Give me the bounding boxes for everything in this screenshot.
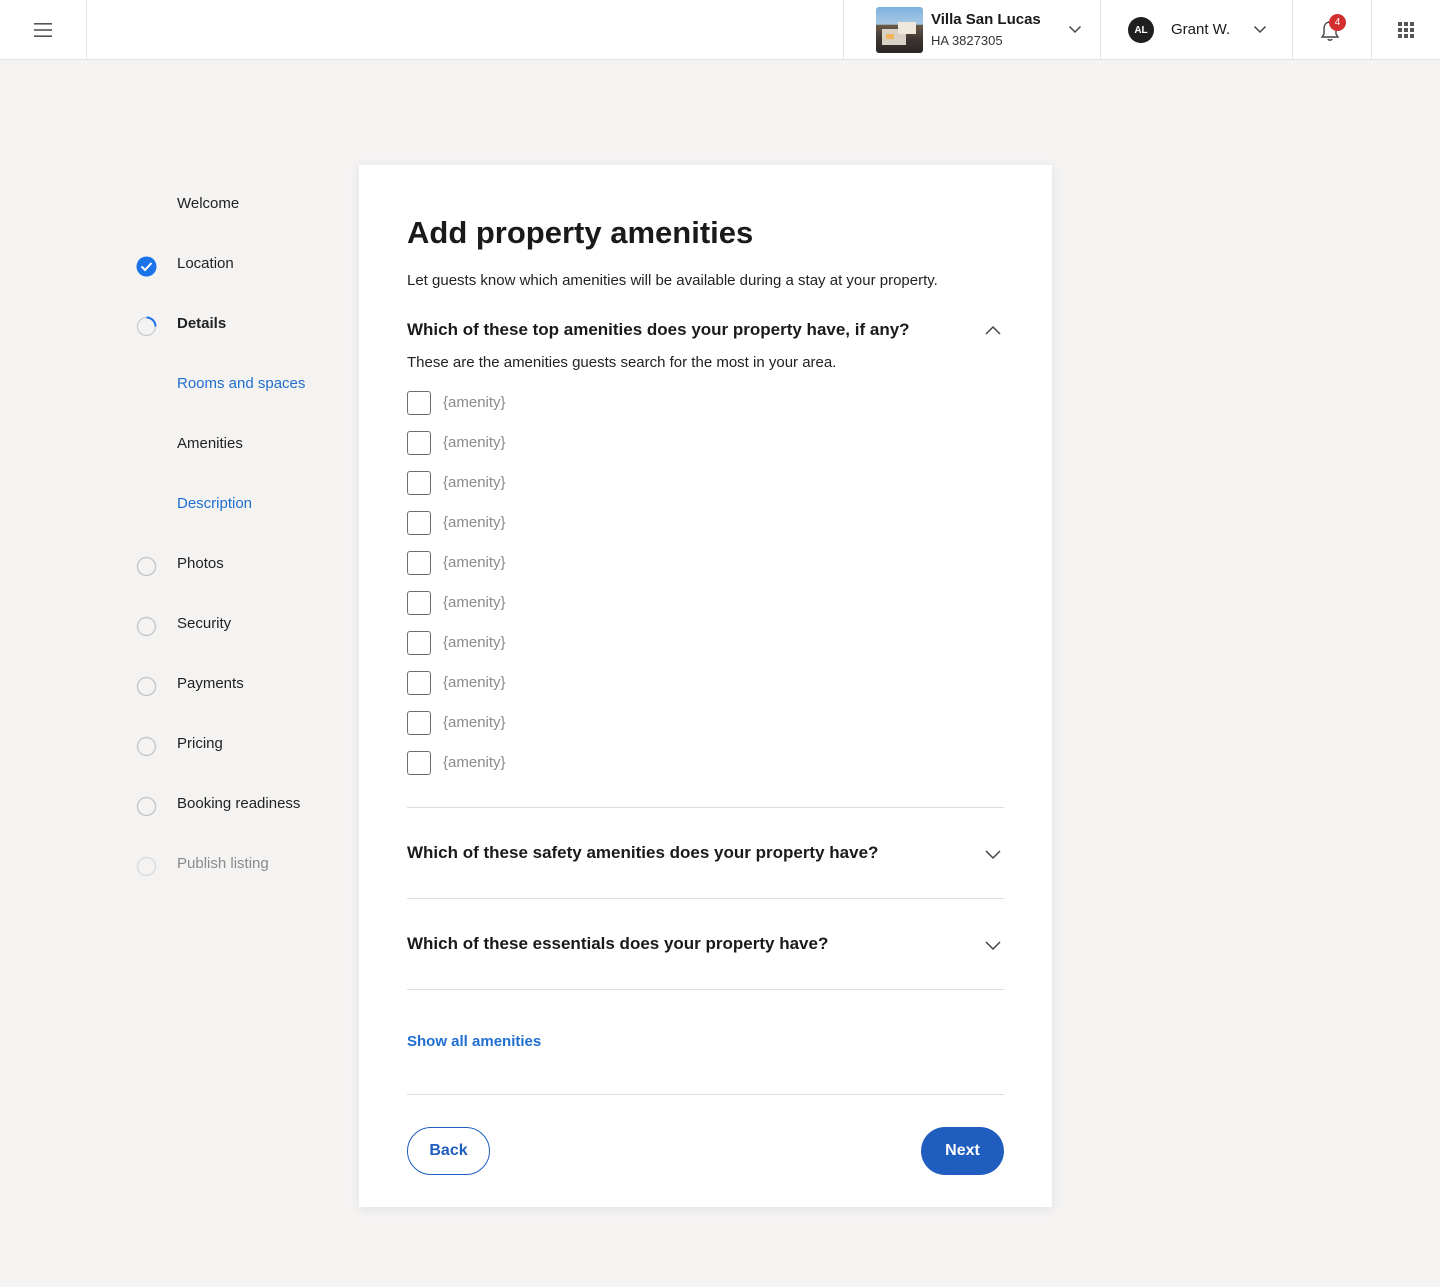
chevron-down-icon	[1068, 25, 1082, 34]
checkbox[interactable]	[407, 631, 431, 655]
amenity-label: {amenity}	[443, 434, 506, 451]
step-publish-listing: Publish listing	[0, 835, 340, 895]
step-booking-readiness[interactable]: Booking readiness	[0, 775, 340, 835]
check-circle-icon	[136, 256, 157, 277]
empty-circle-icon	[136, 616, 157, 637]
apps-grid-icon	[1398, 22, 1414, 38]
page-title: Add property amenities	[407, 215, 754, 250]
amenity-checkbox-row[interactable]: {amenity}	[407, 631, 707, 657]
user-name: Grant W.	[1171, 21, 1231, 38]
user-menu[interactable]: AL Grant W.	[1101, 0, 1293, 60]
avatar: AL	[1128, 17, 1154, 43]
checkbox[interactable]	[407, 431, 431, 455]
divider	[407, 989, 1004, 990]
step-label: Description	[177, 495, 253, 512]
checkbox[interactable]	[407, 751, 431, 775]
step-label: Payments	[177, 675, 244, 692]
amenity-label: {amenity}	[443, 634, 506, 651]
amenity-checkbox-row[interactable]: {amenity}	[407, 391, 707, 417]
amenity-checkbox-row[interactable]: {amenity}	[407, 471, 707, 497]
step-label: Rooms and spaces	[177, 375, 306, 392]
chevron-down-icon	[985, 850, 1001, 860]
amenity-checkbox-row[interactable]: {amenity}	[407, 511, 707, 537]
checkbox[interactable]	[407, 591, 431, 615]
section-question: Which of these top amenities does your p…	[407, 320, 910, 339]
empty-circle-icon	[136, 856, 157, 877]
chevron-down-icon	[985, 941, 1001, 951]
amenity-checkbox-row[interactable]: {amenity}	[407, 671, 707, 697]
amenity-checkbox-row[interactable]: {amenity}	[407, 751, 707, 777]
step-security[interactable]: Security	[0, 595, 340, 655]
next-button[interactable]: Next	[921, 1127, 1004, 1175]
step-details[interactable]: Details	[0, 295, 340, 355]
essentials-section-toggle[interactable]: Which of these essentials does your prop…	[407, 930, 1004, 960]
property-id: HA 3827305	[931, 33, 1003, 48]
step-pricing[interactable]: Pricing	[0, 715, 340, 775]
step-photos[interactable]: Photos	[0, 535, 340, 595]
property-switcher[interactable]: Villa San Lucas HA 3827305	[843, 0, 1101, 60]
step-label: Photos	[177, 555, 224, 572]
section-description: These are the amenities guests search fo…	[407, 354, 837, 371]
checkbox[interactable]	[407, 511, 431, 535]
section-question: Which of these safety amenities does you…	[407, 843, 879, 862]
amenity-label: {amenity}	[443, 754, 506, 771]
divider	[407, 807, 1004, 808]
step-welcome[interactable]: Welcome	[0, 175, 340, 235]
step-label: Booking readiness	[177, 795, 301, 812]
top-bar: Villa San Lucas HA 3827305 AL Grant W. 4	[0, 0, 1440, 60]
notifications-button[interactable]: 4	[1293, 0, 1372, 60]
in-progress-circle-icon	[136, 316, 157, 337]
amenity-checkbox-row[interactable]: {amenity}	[407, 711, 707, 737]
step-label: Location	[177, 255, 234, 272]
empty-circle-icon	[136, 676, 157, 697]
hamburger-menu-button[interactable]	[0, 0, 87, 60]
back-button[interactable]: Back	[407, 1127, 490, 1175]
step-rooms-and-spaces[interactable]: Rooms and spaces	[0, 355, 340, 415]
step-label: Security	[177, 615, 232, 632]
chevron-down-icon	[1253, 25, 1267, 34]
divider	[407, 898, 1004, 899]
amenities-card: Add property amenities Let guests know w…	[359, 165, 1052, 1207]
checkbox[interactable]	[407, 671, 431, 695]
step-label: Welcome	[177, 195, 240, 212]
checkbox[interactable]	[407, 471, 431, 495]
property-thumbnail	[876, 7, 923, 53]
amenity-label: {amenity}	[443, 554, 506, 571]
notification-count-badge: 4	[1329, 14, 1346, 31]
amenity-label: {amenity}	[443, 474, 506, 491]
safety-amenities-section-toggle[interactable]: Which of these safety amenities does you…	[407, 839, 1004, 869]
top-amenities-section-toggle[interactable]: Which of these top amenities does your p…	[407, 316, 1004, 346]
checkbox[interactable]	[407, 711, 431, 735]
amenity-label: {amenity}	[443, 514, 506, 531]
hamburger-icon	[34, 23, 52, 37]
step-label: Amenities	[177, 435, 243, 452]
checkbox[interactable]	[407, 551, 431, 575]
amenity-label: {amenity}	[443, 714, 506, 731]
checkbox[interactable]	[407, 391, 431, 415]
amenity-label: {amenity}	[443, 674, 506, 691]
empty-circle-icon	[136, 556, 157, 577]
section-question: Which of these essentials does your prop…	[407, 934, 829, 953]
amenity-label: {amenity}	[443, 394, 506, 411]
property-name: Villa San Lucas	[931, 11, 1041, 28]
amenity-checkbox-row[interactable]: {amenity}	[407, 431, 707, 457]
apps-grid-button[interactable]	[1372, 0, 1440, 60]
show-all-amenities-link[interactable]: Show all amenities	[407, 1033, 541, 1050]
step-description[interactable]: Description	[0, 475, 340, 535]
step-label: Pricing	[177, 735, 223, 752]
amenity-checkbox-row[interactable]: {amenity}	[407, 591, 707, 617]
amenity-checkbox-row[interactable]: {amenity}	[407, 551, 707, 577]
chevron-up-icon	[985, 325, 1001, 335]
empty-circle-icon	[136, 736, 157, 757]
step-location[interactable]: Location	[0, 235, 340, 295]
step-payments[interactable]: Payments	[0, 655, 340, 715]
page-subtitle: Let guests know which amenities will be …	[407, 272, 938, 289]
step-label: Publish listing	[177, 855, 269, 872]
empty-circle-icon	[136, 796, 157, 817]
divider	[407, 1094, 1004, 1095]
amenity-label: {amenity}	[443, 594, 506, 611]
step-label: Details	[177, 315, 227, 332]
step-amenities[interactable]: Amenities	[0, 415, 340, 475]
